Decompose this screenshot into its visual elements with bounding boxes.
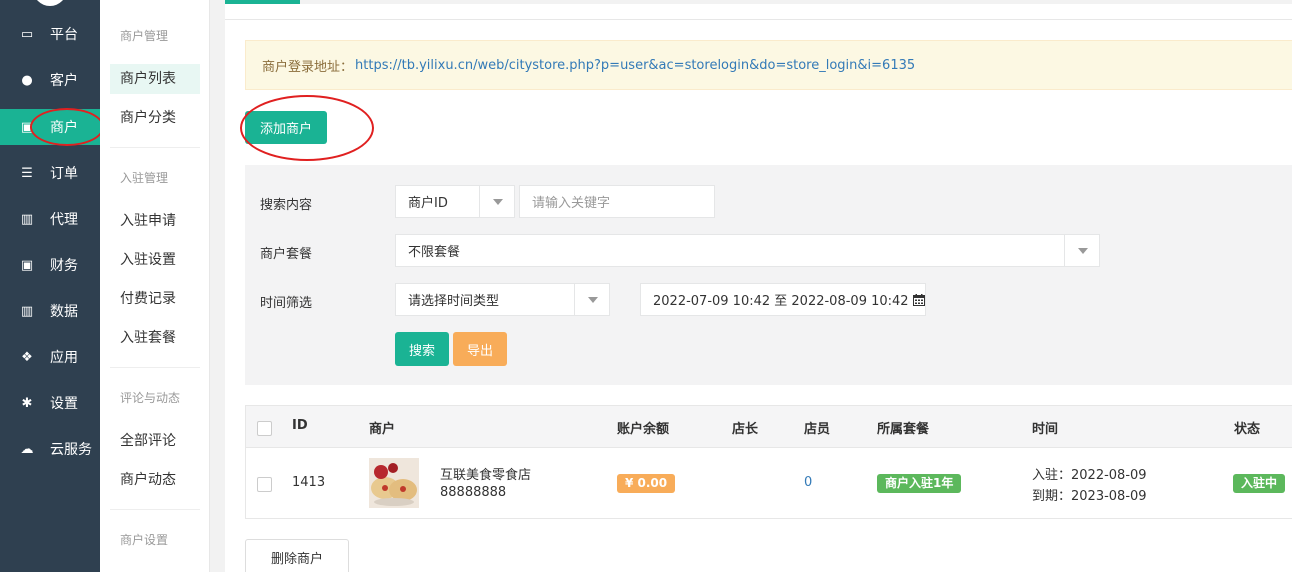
time-type-value: 请选择时间类型 <box>408 294 500 309</box>
calendar-icon <box>912 293 925 306</box>
package-select[interactable]: 不限套餐 <box>395 234 1100 267</box>
chevron-down-icon <box>479 186 515 217</box>
status-badge: 入驻中 <box>1233 474 1286 493</box>
nav-label: 代理 <box>50 212 78 228</box>
main-nav: ▭ 平台 ● 客户 ▣ 商户 ☰ 订单 ▥ 代理 ▣ 财务 ▥ 数据 ❖ 应用 … <box>0 0 100 572</box>
bar-chart-icon: ▥ <box>20 303 34 319</box>
nav-label: 财务 <box>50 258 78 274</box>
chevron-down-icon <box>1064 235 1100 266</box>
avatar[interactable] <box>33 0 67 6</box>
nav-item-settings[interactable]: ✱ 设置 <box>0 385 100 421</box>
nav-label: 数据 <box>50 304 78 320</box>
divider <box>110 367 200 368</box>
sub-group-title: 入驻管理 <box>120 171 169 185</box>
cloud-icon: ☁ <box>20 441 34 457</box>
search-button[interactable]: 搜索 <box>395 332 449 366</box>
sub-item-merchant-category[interactable]: 商户分类 <box>110 103 200 133</box>
expire-date: 到期：2023-08-09 <box>1032 489 1147 504</box>
nav-item-finance[interactable]: ▣ 财务 <box>0 247 100 283</box>
divider <box>110 509 200 510</box>
merchant-id: 1413 <box>292 475 326 490</box>
tab-active-indicator[interactable] <box>225 0 300 4</box>
table-header: ID 商户 账户余额 店长 店员 所属套餐 时间 状态 <box>246 406 1292 448</box>
list-icon: ☰ <box>21 165 33 181</box>
map-icon: ▥ <box>20 211 34 227</box>
search-content-label: 搜索内容 <box>260 198 313 213</box>
login-url-link[interactable]: https://tb.yilixu.cn/web/citystore.php?p… <box>355 58 915 73</box>
nav-label: 订单 <box>50 166 78 182</box>
nav-label: 商户 <box>50 120 78 136</box>
food-image <box>369 458 419 508</box>
gear-icon: ✱ <box>21 395 33 411</box>
sub-item-merchant-list[interactable]: 商户列表 <box>110 64 200 94</box>
divider <box>110 147 200 148</box>
login-url-notice: 商户登录地址： https://tb.yilixu.cn/web/citysto… <box>245 40 1292 90</box>
col-header-id: ID <box>292 418 308 433</box>
sub-item-fee-records[interactable]: 付费记录 <box>110 284 200 314</box>
merchant-name: 互联美食零食店 <box>440 468 532 483</box>
date-range-picker[interactable]: 2022-07-09 10:42 至 2022-08-09 10:42 <box>640 283 926 316</box>
nav-label: 应用 <box>50 350 78 366</box>
add-merchant-button[interactable]: 添加商户 <box>245 111 327 144</box>
delete-merchant-button[interactable]: 删除商户 <box>245 539 349 572</box>
notice-label: 商户登录地址： <box>262 59 354 75</box>
export-button[interactable]: 导出 <box>453 332 507 366</box>
sub-nav: 商户管理 商户列表 商户分类 入驻管理 入驻申请 入驻设置 付费记录 入驻套餐 … <box>100 0 210 572</box>
col-header-status: 状态 <box>1234 422 1261 437</box>
search-type-select[interactable]: 商户ID <box>395 185 515 218</box>
time-type-select[interactable]: 请选择时间类型 <box>395 283 610 316</box>
package-label: 商户套餐 <box>260 247 313 262</box>
keyword-input[interactable]: 请输入关键字 <box>519 185 715 218</box>
nav-label: 平台 <box>50 27 78 43</box>
nav-item-platform[interactable]: ▭ 平台 <box>0 16 100 52</box>
sub-group-title: 商户管理 <box>120 29 169 43</box>
money-icon: ▣ <box>20 257 34 273</box>
merchant-table: ID 商户 账户余额 店长 店员 所属套餐 时间 状态 1413 互联美食零食店… <box>245 405 1292 519</box>
balance-badge: ¥ 0.00 <box>617 474 676 493</box>
nav-item-apps[interactable]: ❖ 应用 <box>0 339 100 375</box>
sub-item-all-comments[interactable]: 全部评论 <box>110 426 200 456</box>
cubes-icon: ❖ <box>21 349 33 365</box>
col-header-manager: 店长 <box>732 422 759 437</box>
package-value: 不限套餐 <box>408 245 461 260</box>
sub-group-title: 评论与动态 <box>120 391 181 405</box>
col-header-merchant: 商户 <box>369 422 396 437</box>
staff-count-link[interactable]: 0 <box>804 475 812 490</box>
nav-label: 云服务 <box>50 442 92 458</box>
date-range-value: 2022-07-09 10:42 至 2022-08-09 10:42 <box>653 294 909 309</box>
col-header-balance: 账户余额 <box>617 422 670 437</box>
col-header-staff: 店员 <box>804 422 831 437</box>
nav-label: 客户 <box>50 73 78 89</box>
joined-date: 入驻：2022-08-09 <box>1032 468 1147 483</box>
time-filter-label: 时间筛选 <box>260 296 313 311</box>
sub-item-settle-settings[interactable]: 入驻设置 <box>110 245 200 275</box>
nav-item-merchant[interactable]: ▣ 商户 <box>0 109 100 145</box>
merchant-phone: 88888888 <box>440 485 507 500</box>
nav-label: 设置 <box>50 396 78 412</box>
col-header-package: 所属套餐 <box>877 422 930 437</box>
nav-item-customer[interactable]: ● 客户 <box>0 62 100 98</box>
tab-bar <box>225 0 1292 20</box>
search-type-value: 商户ID <box>408 196 448 211</box>
user-icon: ● <box>21 72 33 88</box>
package-badge: 商户入驻1年 <box>877 474 962 493</box>
chevron-down-icon <box>574 284 610 315</box>
col-header-time: 时间 <box>1032 422 1059 437</box>
sub-item-apply[interactable]: 入驻申请 <box>110 206 200 236</box>
merchant-thumbnail[interactable] <box>369 458 419 508</box>
nav-item-cloud[interactable]: ☁ 云服务 <box>0 431 100 467</box>
store-icon: ▣ <box>20 119 34 135</box>
nav-item-agent[interactable]: ▥ 代理 <box>0 201 100 237</box>
sub-group-title: 商户设置 <box>120 533 169 547</box>
nav-item-data[interactable]: ▥ 数据 <box>0 293 100 329</box>
search-panel: 搜索内容 商户ID 请输入关键字 商户套餐 不限套餐 时间筛选 请选择时间类型 … <box>245 165 1292 385</box>
select-all-checkbox[interactable] <box>257 421 272 436</box>
sub-item-packages[interactable]: 入驻套餐 <box>110 323 200 353</box>
nav-item-order[interactable]: ☰ 订单 <box>0 155 100 191</box>
row-checkbox[interactable] <box>257 477 272 492</box>
monitor-icon: ▭ <box>20 26 34 42</box>
sub-item-merchant-dynamics[interactable]: 商户动态 <box>110 465 200 495</box>
